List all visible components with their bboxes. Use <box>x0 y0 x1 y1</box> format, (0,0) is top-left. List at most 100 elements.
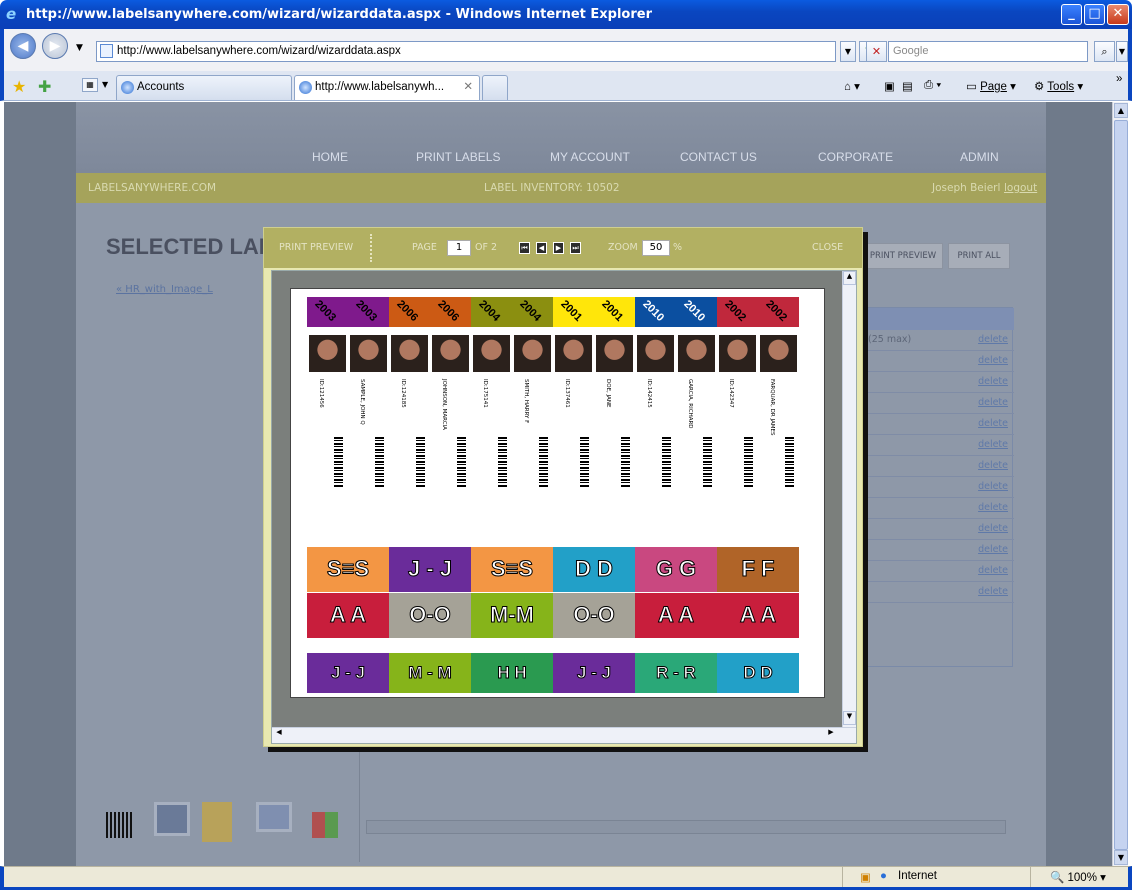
barcode-graphic <box>498 437 507 487</box>
clipboard-icon[interactable]: ▤ <box>902 79 913 93</box>
barcode-icon[interactable] <box>106 812 132 838</box>
table-row: delete <box>864 351 1014 372</box>
print-all-button[interactable]: PRINT ALL <box>948 243 1010 269</box>
label-text: FARQUAR, DR JAMES <box>769 379 775 436</box>
delete-link[interactable]: delete <box>978 439 1008 450</box>
preview-vertical-scrollbar[interactable]: ▲ ▼ <box>842 271 856 727</box>
delete-link[interactable]: delete <box>978 376 1008 387</box>
tab-labelsanywhere[interactable]: http://www.labelsanywh... ✕ <box>294 75 480 100</box>
close-tab-icon[interactable]: ✕ <box>463 76 473 99</box>
delete-link[interactable]: delete <box>978 544 1008 555</box>
table-row: delete <box>864 582 1014 603</box>
tools-menu[interactable]: ⚙ Tools ▾ <box>1034 79 1083 93</box>
delete-link[interactable]: delete <box>978 334 1008 345</box>
barcode-graphic <box>744 437 753 487</box>
nav-my-account[interactable]: MY ACCOUNT <box>550 150 630 164</box>
delete-link[interactable]: delete <box>978 460 1008 471</box>
chevron-more-icon[interactable]: » <box>1116 73 1122 85</box>
home-icon[interactable]: ⌂ ▾ <box>844 79 860 93</box>
delete-link[interactable]: delete <box>978 418 1008 429</box>
search-input[interactable]: Google <box>888 41 1088 62</box>
preview-horizontal-scrollbar[interactable]: ◀ ▶ <box>272 727 856 743</box>
delete-link[interactable]: delete <box>978 565 1008 576</box>
nav-admin[interactable]: ADMIN <box>960 150 999 164</box>
bottom-horizontal-scrollbar[interactable] <box>366 820 1006 834</box>
close-preview-button[interactable]: CLOSE <box>812 242 843 253</box>
minimize-button[interactable]: _ <box>1061 4 1082 25</box>
label-column: 2004 SMITH, HARRY F <box>512 297 553 547</box>
globe-icon: ● <box>880 870 887 882</box>
address-input[interactable]: http://www.labelsanywhere.com/wizard/wiz… <box>96 41 836 62</box>
label-column: 2006 ID:124185 <box>389 297 430 547</box>
close-window-button[interactable]: ✕ <box>1107 4 1129 25</box>
nav-corporate[interactable]: CORPORATE <box>818 150 893 164</box>
delete-link[interactable]: delete <box>978 523 1008 534</box>
page-menu[interactable]: ▭ Page ▾ <box>966 79 1016 93</box>
prev-page-button[interactable]: ◀ <box>536 242 547 254</box>
grid-max-label: (25 max) <box>868 334 912 345</box>
maximize-button[interactable]: □ <box>1084 4 1105 25</box>
year-text: 2004 <box>476 298 503 324</box>
tab-list-dropdown[interactable]: ▼ <box>102 80 108 89</box>
year-text: 2001 <box>558 298 585 324</box>
toolbar-separator <box>370 234 372 262</box>
text-monitor-icon[interactable] <box>256 802 292 832</box>
address-dropdown-button[interactable]: ▼ <box>840 41 856 62</box>
scroll-left-icon[interactable]: ◀ <box>272 728 286 742</box>
letter-label: J - J <box>389 547 471 592</box>
stop-button[interactable]: ✕ <box>866 41 887 62</box>
user-name: Joseph Beierl <box>932 182 1001 194</box>
address-text: http://www.labelsanywhere.com/wizard/wiz… <box>117 45 401 57</box>
print-preview-button[interactable]: PRINT PREVIEW <box>863 243 943 269</box>
delete-link[interactable]: delete <box>978 502 1008 513</box>
recent-pages-dropdown[interactable]: ▼ <box>76 43 83 53</box>
search-button[interactable]: ⌕ <box>1094 41 1115 62</box>
table-row: delete <box>864 414 1014 435</box>
tab-accounts[interactable]: Accounts <box>116 75 292 100</box>
page-vertical-scrollbar[interactable]: ▲ ▼ <box>1112 102 1128 866</box>
page-number-input[interactable]: 1 <box>447 240 471 256</box>
label-text: ID:175141 <box>482 379 488 408</box>
letter-label: J - J <box>307 653 389 693</box>
back-link[interactable]: « HR_with_Image_L <box>116 284 213 295</box>
favorites-star-icon[interactable]: ★ <box>12 77 26 96</box>
scroll-down-icon[interactable]: ▼ <box>843 711 856 725</box>
next-page-button[interactable]: ▶ <box>553 242 564 254</box>
first-page-button[interactable]: ⏮ <box>519 242 530 254</box>
delete-link[interactable]: delete <box>978 397 1008 408</box>
table-row: delete <box>864 477 1014 498</box>
add-favorites-icon[interactable]: ✚ <box>38 77 51 96</box>
monitor-icon[interactable] <box>154 802 190 836</box>
nav-contact-us[interactable]: CONTACT US <box>680 150 757 164</box>
delete-link[interactable]: delete <box>978 355 1008 366</box>
feeds-icon[interactable]: ▣ <box>884 79 895 93</box>
search-options-button[interactable]: ▼ <box>1116 41 1128 62</box>
quick-tabs-icon[interactable]: ▦ <box>82 78 98 92</box>
table-row: delete <box>864 498 1014 519</box>
last-page-button[interactable]: ⏭ <box>570 242 581 254</box>
label-text: DOE, JANE <box>605 379 611 408</box>
folder-icon[interactable] <box>202 802 232 842</box>
scroll-right-icon[interactable]: ▶ <box>824 728 838 742</box>
delete-link[interactable]: delete <box>978 586 1008 597</box>
new-tab-button[interactable] <box>482 75 508 100</box>
zoom-input[interactable]: 50 <box>642 240 670 256</box>
page-scroll-thumb[interactable] <box>1114 120 1128 850</box>
logout-link[interactable]: logout <box>1004 173 1037 203</box>
scroll-up-icon[interactable]: ▲ <box>843 271 856 285</box>
label-text: GARCIA, RICHARD <box>687 379 693 429</box>
back-button[interactable]: ◀ <box>10 33 36 59</box>
year-tab: 2006 <box>430 297 471 327</box>
page-scroll-down-icon[interactable]: ▼ <box>1114 850 1128 865</box>
nav-print-labels[interactable]: PRINT LABELS <box>416 150 500 164</box>
print-icon[interactable]: ⎙ ▾ <box>924 79 941 92</box>
delete-link[interactable]: delete <box>978 481 1008 492</box>
page-scroll-up-icon[interactable]: ▲ <box>1114 103 1128 118</box>
letter-label: S≡S <box>471 547 553 592</box>
tools-menu-label: Tools <box>1047 81 1075 93</box>
photo-image <box>514 335 551 372</box>
nav-home[interactable]: HOME <box>312 150 348 164</box>
color-grid-icon[interactable] <box>312 812 338 838</box>
forward-button[interactable]: ▶ <box>42 33 68 59</box>
zoom-level[interactable]: 🔍 100% ▾ <box>1050 870 1106 884</box>
